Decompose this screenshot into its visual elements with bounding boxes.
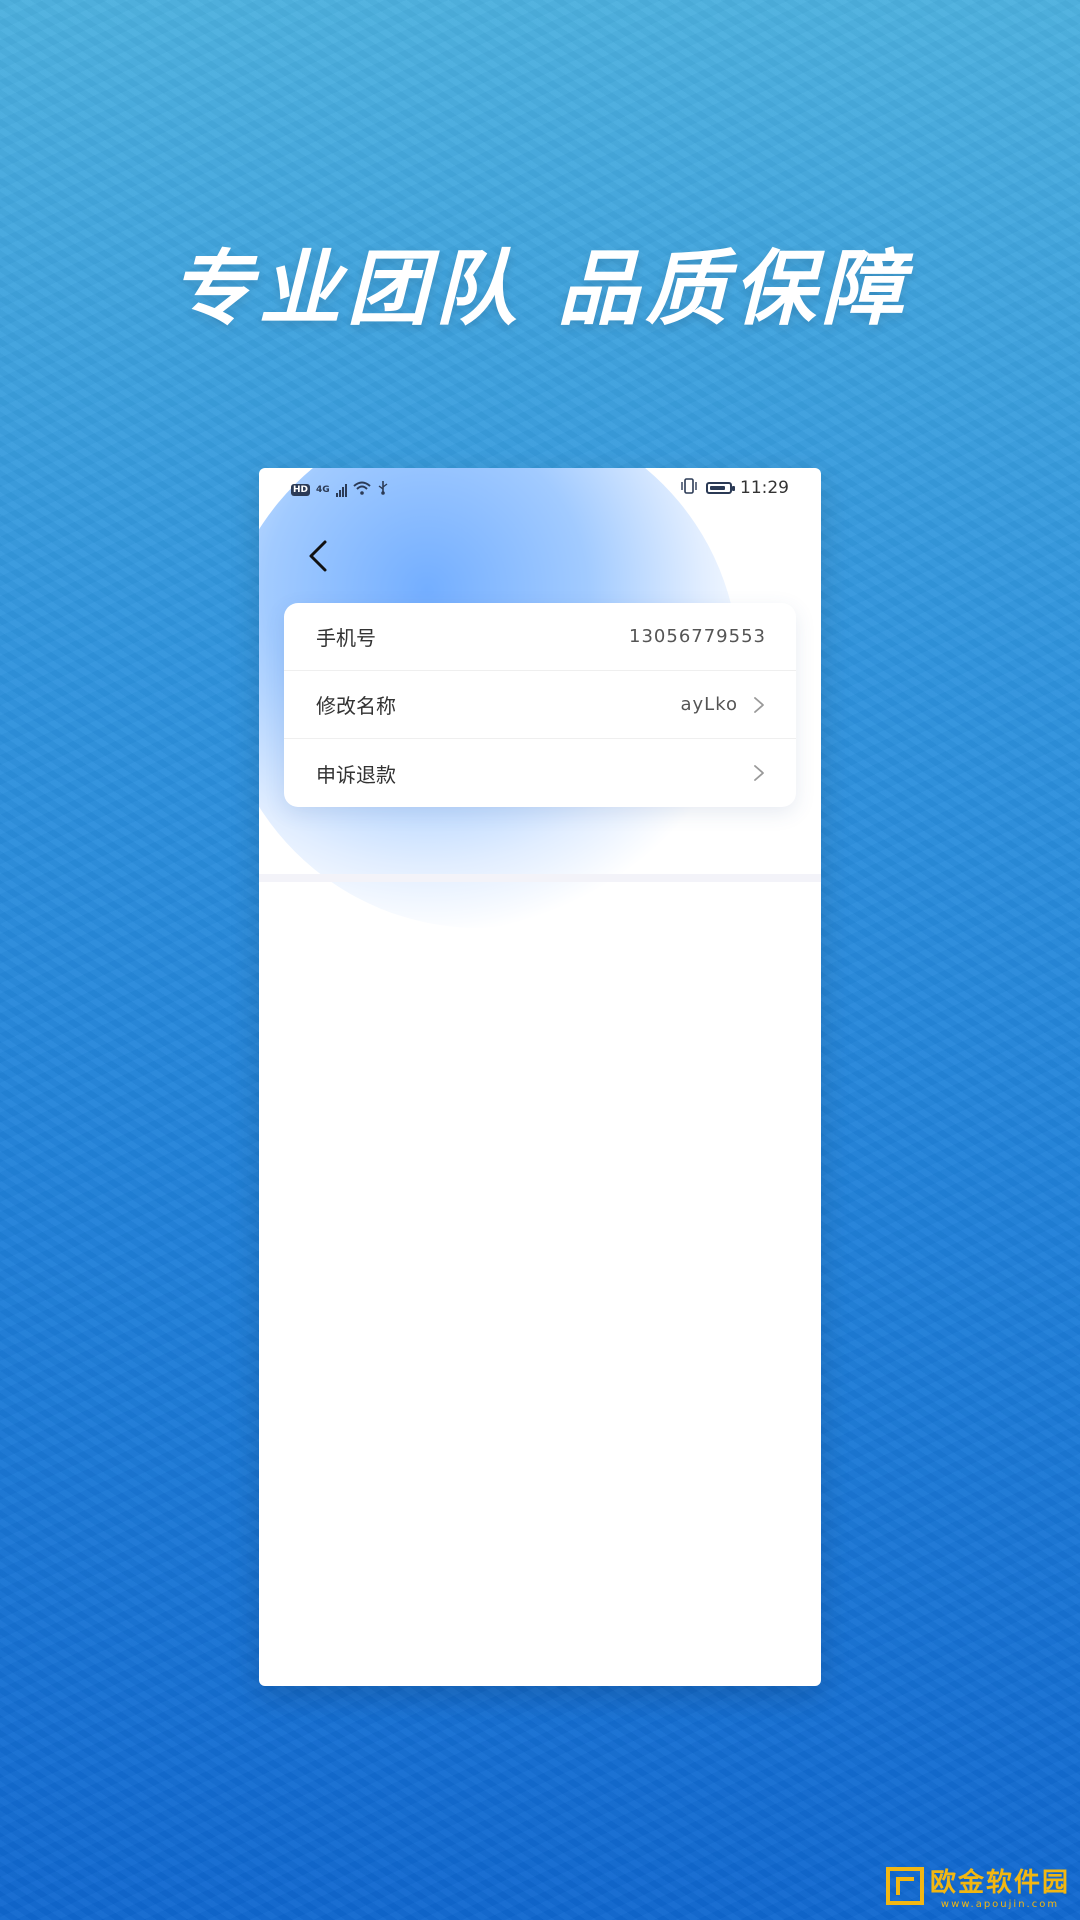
vibrate-icon bbox=[680, 478, 698, 498]
chevron-right-icon bbox=[754, 696, 764, 713]
row-edit-name[interactable]: 修改名称 ayLko bbox=[284, 671, 796, 739]
signal-icon bbox=[335, 483, 347, 497]
clock: 11:29 bbox=[740, 478, 789, 498]
status-left: HD 4G bbox=[291, 480, 389, 499]
section-divider bbox=[259, 874, 821, 882]
back-button[interactable] bbox=[299, 536, 339, 576]
settings-card: 手机号 13056779553 修改名称 ayLko 申诉退款 bbox=[284, 603, 796, 807]
row-appeal-refund[interactable]: 申诉退款 bbox=[284, 739, 796, 807]
watermark: 欧金软件园 www.apoujin.com bbox=[885, 1862, 1070, 1910]
chevron-left-icon bbox=[309, 540, 327, 572]
row-phone-number[interactable]: 手机号 13056779553 bbox=[284, 603, 796, 671]
battery-icon bbox=[706, 482, 735, 494]
hd-badge: HD bbox=[291, 483, 311, 496]
name-value: ayLko bbox=[680, 694, 738, 715]
network-type: 4G bbox=[316, 484, 330, 495]
phone-number-value: 13056779553 bbox=[629, 626, 766, 647]
watermark-logo-icon bbox=[885, 1867, 924, 1905]
status-right: 11:29 bbox=[680, 478, 789, 498]
row-label: 手机号 bbox=[316, 626, 376, 650]
watermark-name: 欧金软件园 bbox=[929, 1868, 1070, 1898]
battery-fill bbox=[710, 486, 726, 490]
phone-screen: HD 4G 11:29 手机号 13056779553 修改名称 ayLko 申… bbox=[259, 468, 821, 1686]
watermark-url: www.apoujin.com bbox=[940, 1899, 1060, 1910]
wifi-icon bbox=[353, 480, 371, 499]
promo-headline: 专业团队 品质保障 bbox=[170, 242, 910, 337]
chevron-right-icon bbox=[754, 765, 764, 781]
usb-icon bbox=[377, 480, 389, 499]
row-label: 申诉退款 bbox=[316, 762, 396, 787]
row-label: 修改名称 bbox=[316, 694, 396, 718]
watermark-text: 欧金软件园 www.apoujin.com bbox=[930, 1862, 1070, 1910]
status-bar: HD 4G 11:29 bbox=[259, 468, 821, 508]
